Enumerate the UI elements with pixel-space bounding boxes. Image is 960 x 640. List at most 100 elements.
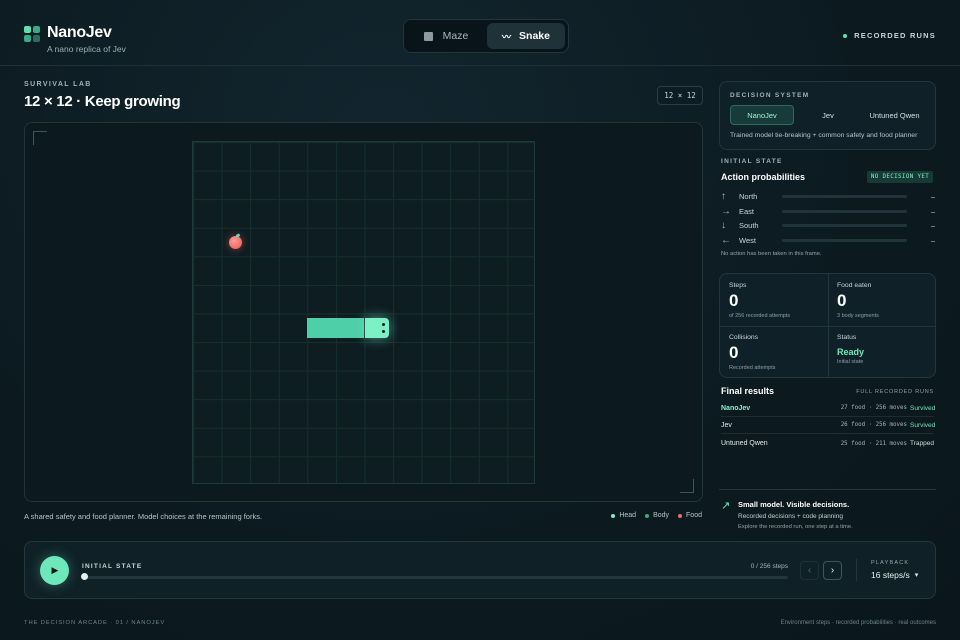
next-step-button[interactable]: › [823,561,842,580]
final-results-kicker: FULL RECORDED RUNS [856,389,934,395]
prob-label: East [739,206,755,216]
chevron-left-icon: ‹ [807,565,812,576]
board-legend: Head Body Food [611,512,702,519]
prob-bar [782,223,907,227]
grid-size-badge: 12 × 12 [657,86,703,105]
result-outcome: Survived [910,404,936,412]
no-decision-badge: NO DECISION YET [867,171,933,183]
snake-eye [382,329,386,333]
legend-head: Head [611,512,636,519]
stat-sub: Initial state [837,359,864,365]
status-dot-icon [843,33,848,38]
prob-value: – [930,206,935,216]
result-name: Untuned Qwen [721,440,768,447]
frame-label: INITIAL STATE [82,563,143,570]
result-name: Jev [721,421,732,429]
prob-row-east: → East – [721,205,935,217]
legend-body-swatch [645,513,650,518]
board-caption: A shared safety and food planner. Model … [24,512,263,521]
timeline-handle[interactable] [81,573,88,580]
lab-kicker: SURVIVAL LAB [24,81,92,88]
stat-sub: of 256 recorded attempts [729,313,791,319]
arrow-up-icon: ↑ [721,190,726,202]
stat-value: 0 [729,291,739,310]
snake-eye [382,322,386,326]
prob-value: – [930,191,935,201]
result-moves: 27 food · 256 moves [840,405,907,411]
chevron-right-icon: › [830,565,835,576]
arrow-left-icon: ← [721,234,731,246]
playback-speed-value: 16 steps/s [871,570,910,580]
arrow-right-icon: → [721,205,731,217]
stat-label: Collisions [729,334,759,341]
tagline-title: Small model. Visible decisions. [738,500,850,509]
mode-maze-label: Maze [442,30,469,42]
result-moves: 25 food · 211 moves [840,440,907,447]
stat-sub: Recorded attempts [729,365,776,371]
result-row[interactable]: NanoJev 27 food · 256 moves Survived [721,400,936,417]
stat-food-eaten: Food eaten 0 3 body segments [837,282,937,319]
tagline: ↗ Small model. Visible decisions. Record… [719,489,936,530]
arrow-down-icon: ↓ [721,219,726,231]
brand-subtitle: A nano replica of Jev [47,44,126,54]
game-board [24,122,703,502]
chevron-down-icon: ▾ [914,572,919,579]
result-row[interactable]: Jev 26 food · 256 moves Survived [721,417,936,434]
maze-icon [423,31,433,41]
stats-panel: Steps 0 of 256 recorded attempts Food ea… [719,273,936,378]
decision-option-nanojev[interactable]: NanoJev [730,105,794,125]
decision-option-untuned-qwen[interactable]: Untuned Qwen [862,105,927,125]
result-outcome: Survived [910,421,936,429]
playback-speed-select[interactable]: 16 steps/s ▾ [871,570,918,580]
food-apple [229,235,243,249]
prob-row-north: ↑ North – [721,190,935,202]
legend-head-label: Head [619,512,637,519]
stat-label: Food eaten [837,282,872,289]
tagline-line2: Recorded decisions + code planning [738,513,843,520]
corner-marker [680,479,694,493]
snake-head [364,317,390,338]
decision-note: Trained model tie-breaking + common safe… [730,132,918,139]
play-icon: ▶ [51,565,59,575]
prob-value: – [930,220,935,230]
legend-food-label: Food [686,512,702,519]
final-results-title: Final results [721,386,775,396]
brand: NanoJev A nano replica of Jev [24,24,126,54]
prev-step-button[interactable]: ‹ [800,561,819,580]
play-button[interactable]: ▶ [40,556,69,585]
prob-row-west: ← West – [721,234,935,246]
stat-status: Status Ready Initial state [837,334,937,365]
result-moves: 26 food · 256 moves [840,422,907,428]
prob-bar [782,238,907,242]
probabilities-title: Action probabilities [721,172,806,182]
mode-switch: Maze 〰 Snake [403,19,569,53]
prob-bar [782,194,907,198]
playback-bar: ▶ INITIAL STATE 0 / 256 steps ‹ › PLAYBA… [24,541,936,599]
prob-row-south: ↓ South – [721,219,935,231]
playback-kicker: PLAYBACK [871,560,910,566]
legend-food: Food [678,512,702,519]
decision-option-jev[interactable]: Jev [794,105,862,125]
stat-sub: 3 body segments [837,313,879,319]
recorded-runs-label: RECORDED RUNS [854,31,936,40]
stat-label: Steps [729,282,747,289]
recorded-runs-link[interactable]: RECORDED RUNS [843,31,936,40]
mode-snake-button[interactable]: 〰 Snake [487,23,565,49]
stat-value: 0 [729,343,739,362]
stat-label: Status [837,334,857,341]
mode-maze-button[interactable]: Maze [407,23,485,49]
decision-selector: NanoJev Jev Untuned Qwen [730,105,927,125]
result-row[interactable]: Untuned Qwen 25 food · 211 moves Trapped [721,435,934,452]
arrow-up-right-icon: ↗ [721,500,731,512]
no-action-note: No action has been taken in this frame. [721,251,822,257]
prob-label: South [739,220,759,230]
prob-label: West [739,235,756,245]
decision-system-panel: DECISION SYSTEM NanoJev Jev Untuned Qwen… [719,81,936,150]
footer-left: THE DECISION ARCADE · 01 / NANOJEV [24,620,166,626]
footer-right: Environment steps · recorded probabiliti… [780,620,936,626]
step-count: 0 / 256 steps [750,563,788,570]
brand-logo-icon [24,26,40,42]
result-outcome: Trapped [910,440,934,447]
stat-collisions: Collisions 0 Recorded attempts [729,334,829,371]
timeline-track[interactable] [83,576,788,579]
